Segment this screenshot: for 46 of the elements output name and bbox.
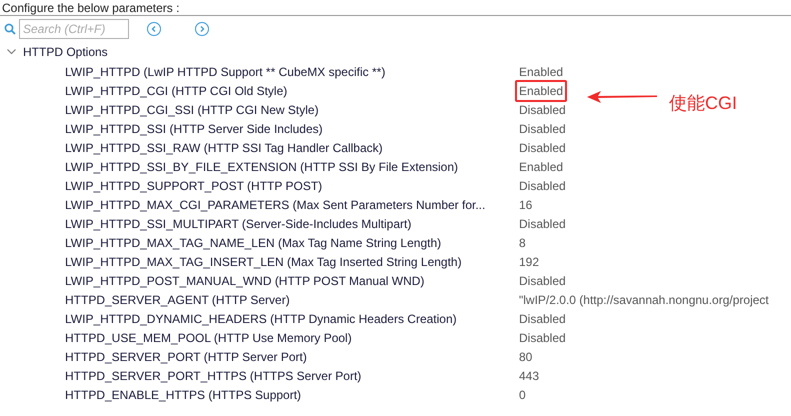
parameter-name: LWIP_HTTPD_DYNAMIC_HEADERS (HTTP Dynamic Headers Creation) — [64, 310, 458, 328]
parameter-name: LWIP_HTTPD_CGI_SSI (HTTP CGI New Style) — [64, 102, 320, 118]
parameter-name: LWIP_HTTPD_SSI_BY_FILE_EXTENSION (HTTP SSI By File Extension) — [64, 158, 460, 176]
parameter-value[interactable]: Disabled — [519, 138, 566, 156]
parameter-name: LWIP_HTTPD_SSI_RAW (HTTP SSI Tag Handler Callback) — [64, 140, 384, 156]
parameter-name: HTTPD_USE_MEM_POOL (HTTP Use Memory Pool) — [64, 330, 353, 346]
parameter-value[interactable]: 192 — [519, 252, 540, 270]
search-field[interactable]: Search (Ctrl+F) — [19, 19, 129, 39]
parameter-value[interactable]: Disabled — [519, 120, 566, 138]
parameter-value[interactable]: Disabled — [519, 310, 566, 328]
annotation-label: 使能CGI — [669, 92, 738, 115]
chevron-left-icon — [151, 26, 157, 32]
parameter-value[interactable]: Enabled — [519, 62, 564, 80]
next-button[interactable] — [195, 22, 209, 36]
parameter-name: LWIP_HTTPD_MAX_TAG_NAME_LEN (Max Tag Name String Length) — [64, 234, 442, 252]
parameter-value[interactable]: Disabled — [519, 176, 566, 194]
parameter-name: HTTPD_SERVER_AGENT (HTTP Server) — [64, 292, 291, 308]
arrow-icon — [587, 90, 657, 104]
parameter-value[interactable]: "lwIP/2.0.0 (http://savannah.nongnu.org/project — [519, 290, 769, 308]
parameter-name: LWIP_HTTPD_MAX_CGI_PARAMETERS (Max Sent Parameters Number for... — [64, 196, 486, 214]
search-icon — [4, 23, 16, 35]
tree-group-header[interactable]: HTTPD Options — [0, 42, 791, 62]
parameter-name: LWIP_HTTPD_SUPPORT_POST (HTTP POST) — [64, 178, 324, 194]
parameter-value[interactable]: Disabled — [519, 272, 566, 290]
parameter-value[interactable]: Enabled — [515, 80, 568, 102]
parameter-name: LWIP_HTTPD_POST_MANUAL_WND (HTTP POST Manual WND) — [64, 272, 426, 290]
parameter-value[interactable]: 16 — [519, 196, 532, 214]
previous-button[interactable] — [147, 22, 161, 36]
parameter-value[interactable]: Disabled — [519, 328, 566, 346]
section-heading: Configure the below parameters : — [1, 1, 180, 15]
parameter-name: LWIP_HTTPD_CGI (HTTP CGI Old Style) — [64, 82, 288, 100]
parameter-value[interactable]: 8 — [519, 234, 526, 252]
parameter-name: HTTPD_SERVER_PORT_HTTPS (HTTPS Server Port) — [64, 368, 362, 384]
parameter-name: LWIP_HTTPD_SSI_MULTIPART (Server-Side-Includes Multipart) — [64, 216, 412, 232]
parameter-value[interactable]: 80 — [519, 348, 532, 366]
parameter-value[interactable]: Enabled — [519, 158, 564, 176]
parameter-value[interactable]: 443 — [519, 366, 540, 384]
parameter-value[interactable]: Disabled — [519, 100, 566, 118]
parameter-value[interactable]: 0 — [519, 386, 526, 404]
parameter-name: LWIP_HTTPD_SSI (HTTP Server Side Includes) — [64, 120, 324, 138]
parameter-value[interactable]: Disabled — [519, 214, 566, 232]
parameter-name: HTTPD_ENABLE_HTTPS (HTTPS Support) — [64, 386, 302, 404]
parameter-name: LWIP_HTTPD_MAX_TAG_INSERT_LEN (Max Tag Inserted String Length) — [64, 254, 463, 270]
parameter-name: HTTPD_SERVER_PORT (HTTP Server Port) — [64, 348, 308, 366]
parameter-name: LWIP_HTTPD (LwIP HTTPD Support ** CubeMX specific **) — [64, 64, 386, 80]
chevron-right-icon — [199, 26, 205, 32]
